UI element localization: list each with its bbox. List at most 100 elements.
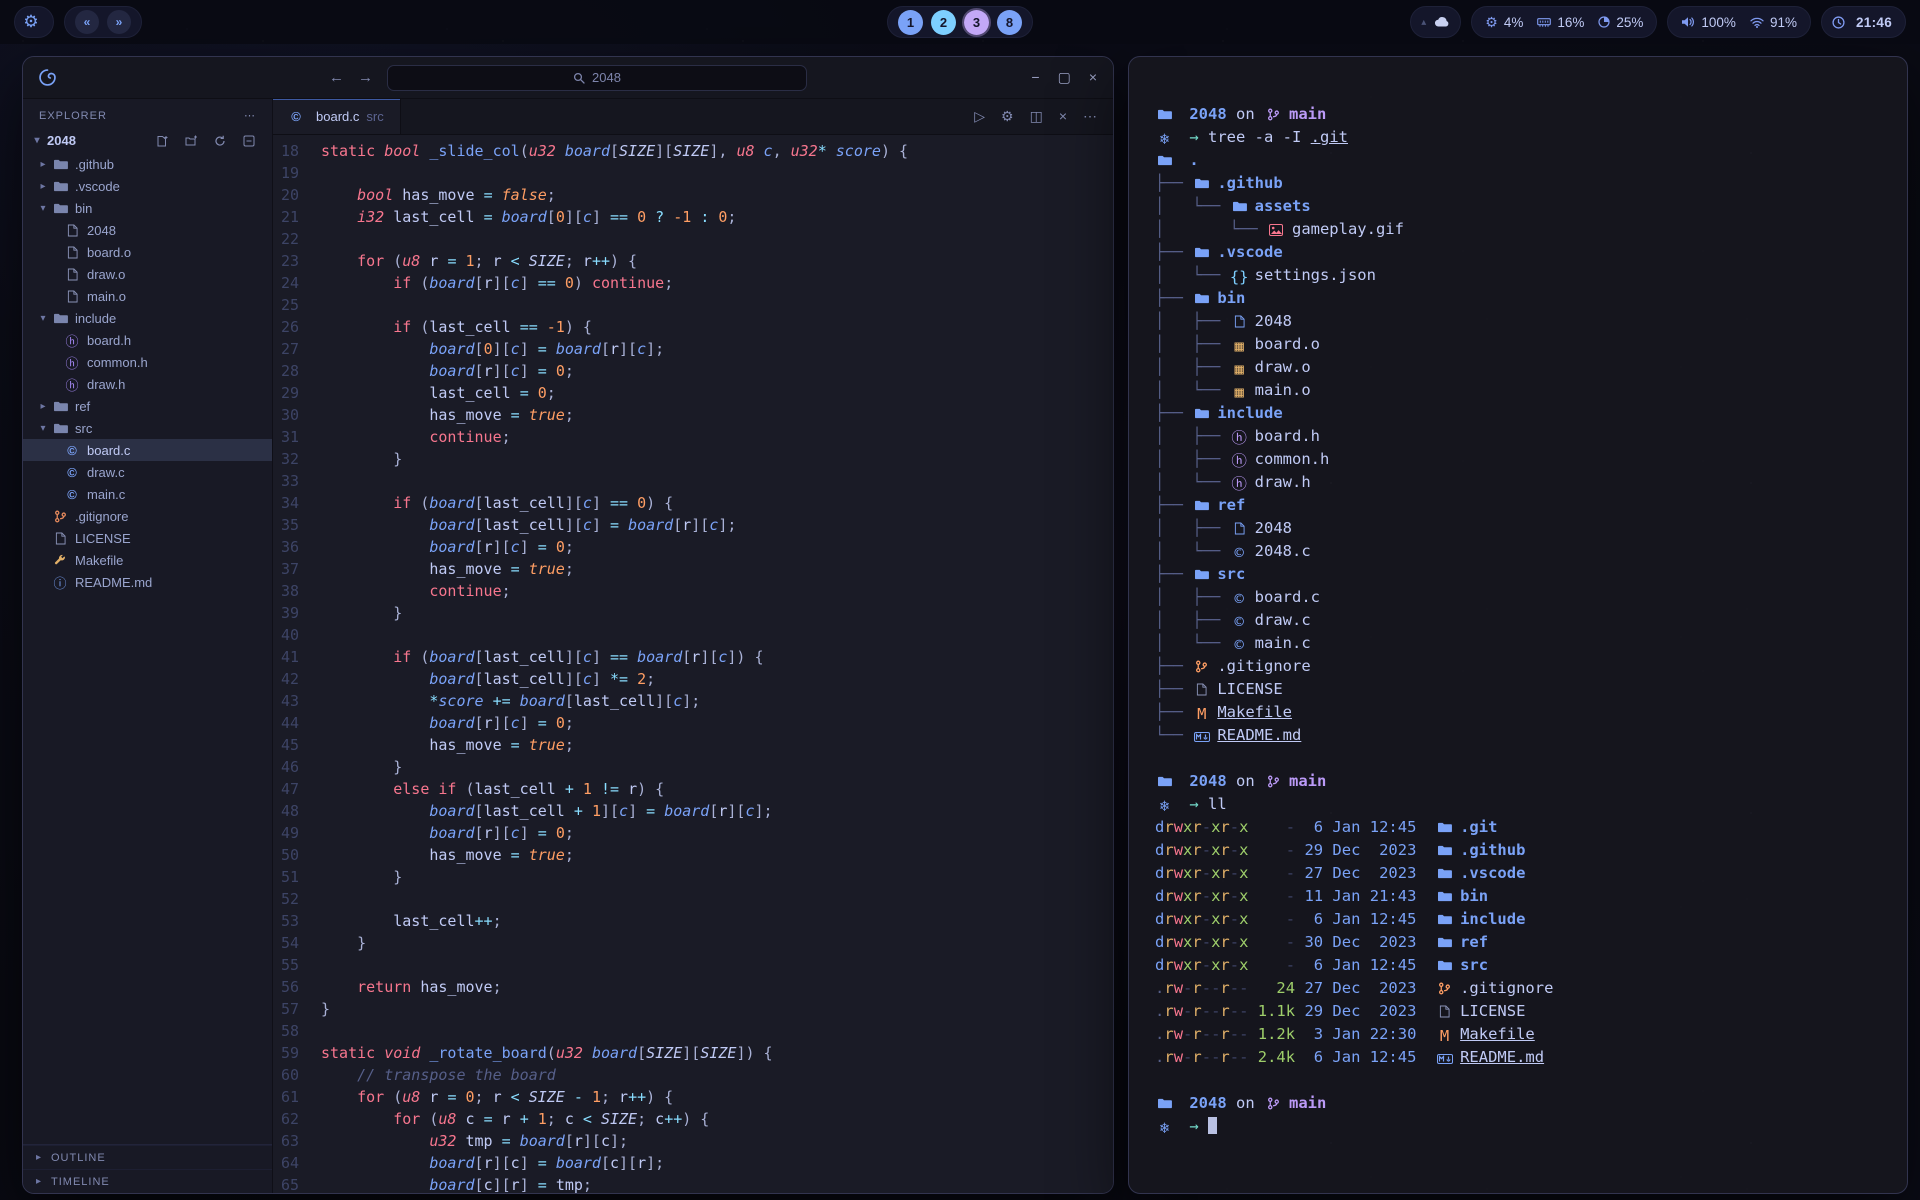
workspace-nav: « » [64, 6, 142, 38]
close-button[interactable]: × [1089, 69, 1097, 86]
split-editor-button[interactable]: ◫ [1030, 108, 1043, 125]
line-number: 26 [273, 316, 321, 338]
code-line-34: 34 if (board[last_cell][c] == 0) { [273, 492, 1113, 514]
folder-icon [1192, 292, 1211, 305]
line-number: 32 [273, 448, 321, 470]
obj-icon: ▦ [1230, 335, 1249, 358]
new-folder-button[interactable] [184, 135, 198, 147]
close-editor-button[interactable]: × [1059, 108, 1067, 125]
explorer-item-main.c[interactable]: ©main.c [23, 483, 272, 505]
explorer-item-draw.c[interactable]: ©draw.c [23, 461, 272, 483]
code-line-27: 27 board[0][c] = board[r][c]; [273, 338, 1113, 360]
explorer-item-label: main.c [87, 487, 125, 502]
folder-icon [51, 312, 69, 325]
h-icon: ⓗ [63, 331, 81, 350]
h-icon: ⓗ [1230, 473, 1249, 496]
dropdown-icon: ▴ [1421, 17, 1426, 28]
line-number: 44 [273, 712, 321, 734]
line-number: 46 [273, 756, 321, 778]
terminal-line: ├── src [1155, 563, 1881, 586]
folder-icon [1435, 821, 1454, 834]
forward-icon: → [358, 69, 373, 86]
back-icon: ← [329, 69, 344, 86]
sidebar-panels: ▸ OUTLINE ▸ TIMELINE [23, 1144, 272, 1193]
editor-more-button[interactable]: ⋯ [1083, 108, 1097, 125]
command-search-box[interactable]: 2048 [387, 65, 807, 91]
explorer-item-src[interactable]: ▾src [23, 417, 272, 439]
explorer-item-board.o[interactable]: board.o [23, 241, 272, 263]
volume-stat[interactable]: 100% [1678, 15, 1739, 30]
code-line-19: 19 [273, 162, 1113, 184]
explorer-item-README.md[interactable]: ⓘREADME.md [23, 571, 272, 593]
refresh-button[interactable] [213, 135, 227, 147]
tab-file-dir: src [366, 109, 383, 124]
vscode-window[interactable]: ← → 2048 − ▢ × EXPLORER ⋯ ▾ 2048 [22, 56, 1114, 1194]
project-root-row[interactable]: ▾ 2048 [23, 130, 272, 151]
c-icon: © [1230, 634, 1249, 657]
terminal-window[interactable]: 2048 on main❄ → tree -a -I .git .├── .gi… [1128, 56, 1908, 1194]
wifi-stat[interactable]: 91% [1747, 15, 1800, 30]
run-button[interactable]: ▷ [974, 108, 985, 125]
terminal-line: │ ├── 2048 [1155, 310, 1881, 333]
new-file-button[interactable] [155, 135, 169, 147]
line-number: 48 [273, 800, 321, 822]
terminal-line: drwxr-xr-x - 29 Dec 2023 .github [1155, 839, 1881, 862]
explorer-item-include[interactable]: ▾include [23, 307, 272, 329]
workspace-next-button[interactable]: » [107, 10, 131, 34]
workspace-button-8[interactable]: 8 [997, 10, 1022, 35]
terminal-line: ├── .vscode [1155, 241, 1881, 264]
maximize-button[interactable]: ▢ [1058, 69, 1071, 86]
explorer-item-.gitignore[interactable]: .gitignore [23, 505, 272, 527]
h-icon: ⓗ [63, 375, 81, 394]
doc-icon [63, 246, 81, 259]
branch-icon [1264, 108, 1283, 121]
clock-icon [1832, 16, 1845, 29]
outline-panel-header[interactable]: ▸ OUTLINE [23, 1145, 272, 1169]
explorer-item-common.h[interactable]: ⓗcommon.h [23, 351, 272, 373]
explorer-item-bin[interactable]: ▾bin [23, 197, 272, 219]
explorer-item-2048[interactable]: 2048 [23, 219, 272, 241]
timeline-panel-header[interactable]: ▸ TIMELINE [23, 1169, 272, 1193]
line-number: 24 [273, 272, 321, 294]
explorer-item-label: include [75, 311, 116, 326]
workspace-button-1[interactable]: 1 [898, 10, 923, 35]
vscode-titlebar[interactable]: ← → 2048 − ▢ × [23, 57, 1113, 99]
weather-widget[interactable]: ▴ [1410, 6, 1461, 38]
launcher-button[interactable]: ⚙ [14, 6, 54, 38]
explorer-item-board.h[interactable]: ⓗboard.h [23, 329, 272, 351]
explorer-item-draw.o[interactable]: draw.o [23, 263, 272, 285]
explorer-item-LICENSE[interactable]: LICENSE [23, 527, 272, 549]
workspace-button-3[interactable]: 3 [964, 10, 989, 35]
explorer-item-Makefile[interactable]: Makefile [23, 549, 272, 571]
explorer-item-.github[interactable]: ▸.github [23, 153, 272, 175]
explorer-item-.vscode[interactable]: ▸.vscode [23, 175, 272, 197]
code-line-47: 47 else if (last_cell + 1 != r) { [273, 778, 1113, 800]
nav-forward-button[interactable]: → [358, 69, 373, 86]
explorer-item-main.o[interactable]: main.o [23, 285, 272, 307]
explorer-item-ref[interactable]: ▸ref [23, 395, 272, 417]
collapse-folders-button[interactable] [242, 135, 256, 147]
terminal-line: ├── .gitignore [1155, 655, 1881, 678]
workspace-prev-button[interactable]: « [75, 10, 99, 34]
workspace-button-2[interactable]: 2 [931, 10, 956, 35]
folder-icon [1155, 1097, 1174, 1110]
minimize-button[interactable]: − [1031, 69, 1039, 86]
explorer-item-draw.h[interactable]: ⓗdraw.h [23, 373, 272, 395]
tab-board-c[interactable]: © board.c src [273, 99, 401, 134]
image-icon [1267, 224, 1286, 236]
code-editor[interactable]: 18static bool _slide_col(u32 board[SIZE]… [273, 135, 1113, 1193]
explorer-more-button[interactable]: ⋯ [244, 109, 256, 122]
terminal-line: └── README.md [1155, 724, 1881, 747]
folder-icon [51, 202, 69, 215]
explorer-item-label: 2048 [87, 223, 116, 238]
nav-back-button[interactable]: ← [329, 69, 344, 86]
code-line-52: 52 [273, 888, 1113, 910]
clock-widget[interactable]: 21:46 [1821, 6, 1906, 38]
terminal-line: drwxr-xr-x - 27 Dec 2023 .vscode [1155, 862, 1881, 885]
line-number: 29 [273, 382, 321, 404]
md-icon [1435, 1054, 1454, 1064]
explorer-item-board.c[interactable]: ©board.c [23, 439, 272, 461]
code-line-61: 61 for (u8 r = 0; r < SIZE - 1; r++) { [273, 1086, 1113, 1108]
c-icon: © [63, 465, 81, 480]
run-settings-button[interactable]: ⚙ [1001, 108, 1014, 125]
